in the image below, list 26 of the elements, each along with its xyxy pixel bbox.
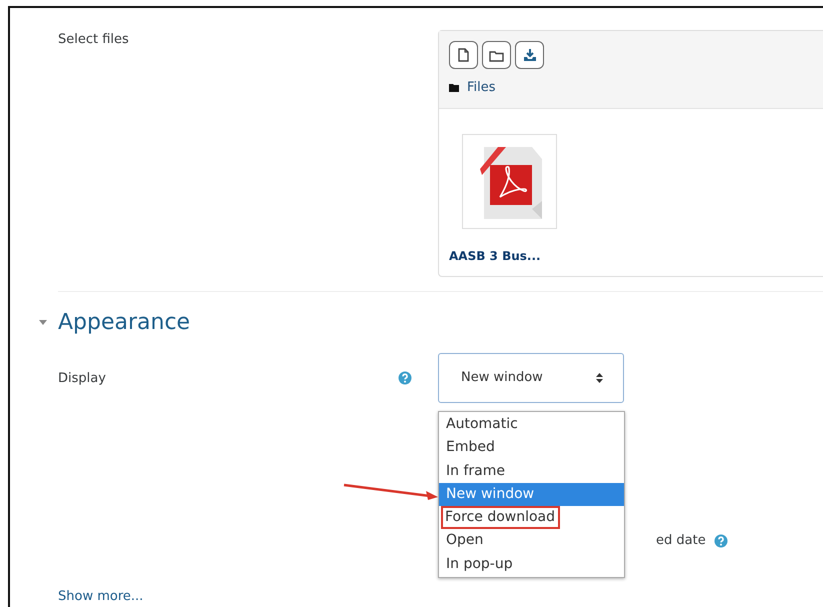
caret-down-icon[interactable] bbox=[38, 318, 48, 326]
field-label: Select files bbox=[58, 32, 129, 47]
dropdown-option[interactable]: Open bbox=[439, 529, 624, 553]
dropdown-option[interactable]: Embed bbox=[439, 436, 624, 460]
folder-button[interactable] bbox=[482, 41, 511, 69]
download-icon bbox=[522, 48, 536, 62]
download-button[interactable] bbox=[515, 41, 544, 69]
option-label: ed date bbox=[656, 532, 706, 550]
file-name[interactable]: AASB 3 Bus... bbox=[449, 247, 541, 265]
sort-icon bbox=[596, 373, 603, 383]
file-button[interactable] bbox=[449, 41, 478, 69]
dropdown-option[interactable]: Automatic bbox=[439, 413, 624, 436]
file-icon bbox=[457, 48, 470, 62]
folder-icon bbox=[449, 84, 459, 92]
file-thumbnail[interactable] bbox=[462, 134, 557, 229]
dropdown-option[interactable]: In pop-up bbox=[439, 552, 624, 576]
folder-path[interactable]: Files bbox=[467, 78, 496, 98]
show-more-link[interactable]: Show more... bbox=[58, 586, 144, 606]
help-icon bbox=[398, 371, 412, 385]
field-label: Display bbox=[58, 370, 106, 388]
dropdown-option[interactable]: New window bbox=[439, 482, 624, 506]
section-heading[interactable]: Appearance bbox=[58, 306, 190, 339]
help-icon bbox=[714, 534, 728, 548]
folder-icon bbox=[489, 48, 504, 62]
select-field[interactable]: New window bbox=[438, 353, 624, 403]
dropdown-option[interactable]: In frame bbox=[439, 460, 624, 483]
